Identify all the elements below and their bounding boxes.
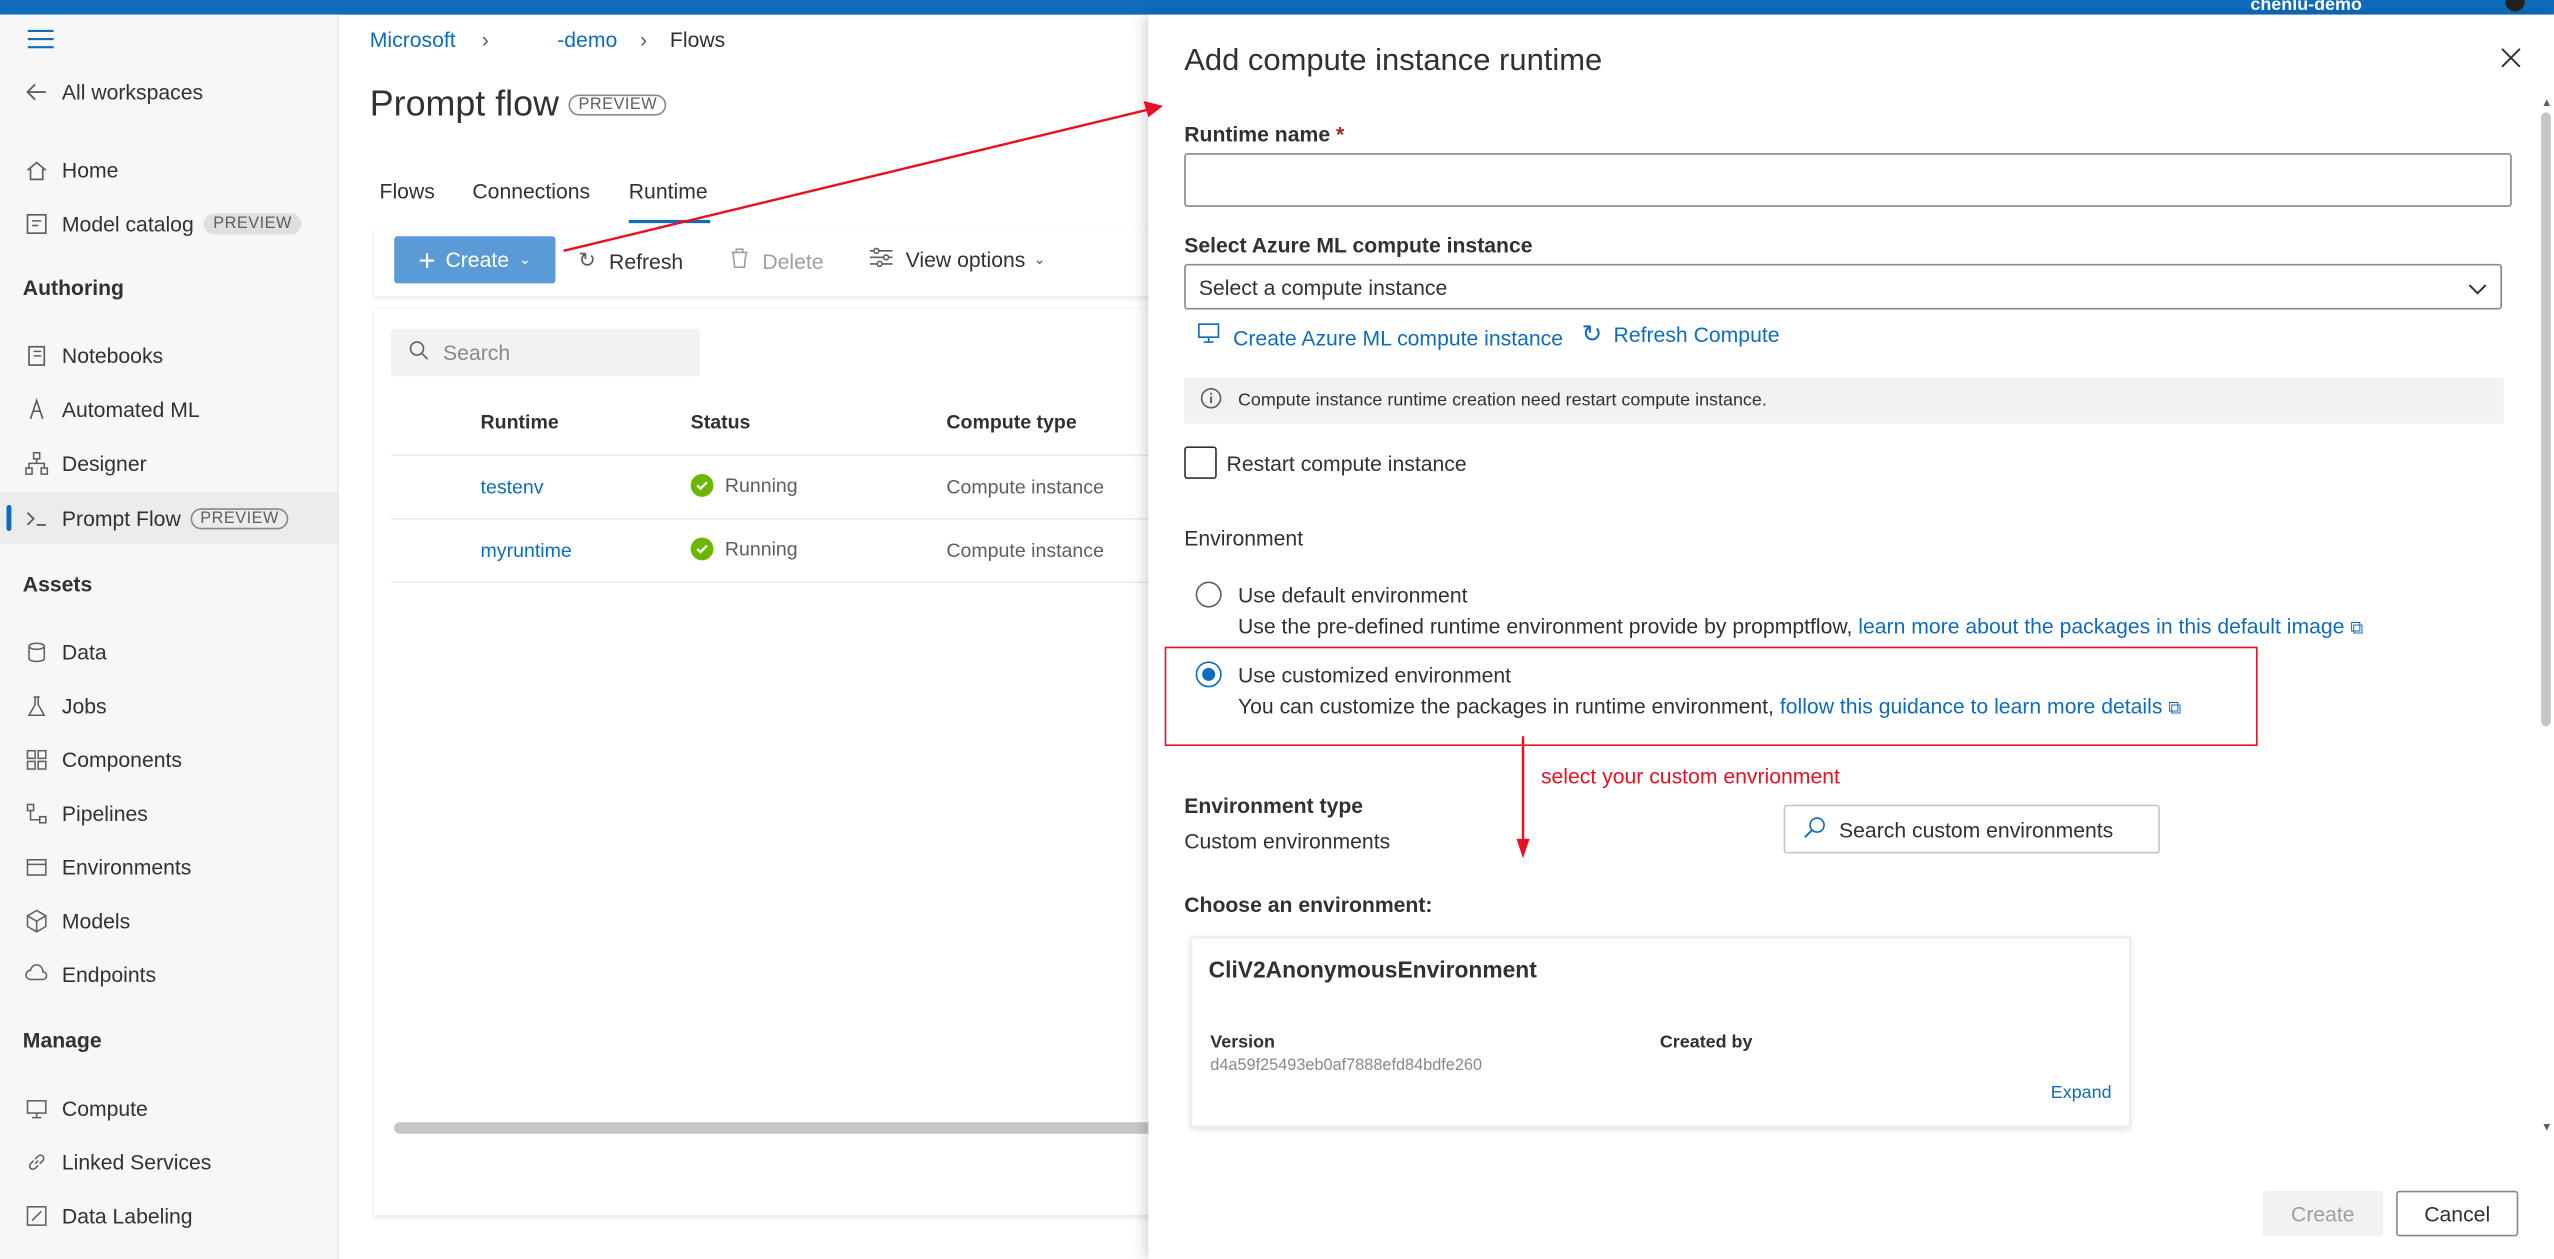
environment-type-label: Environment type bbox=[1184, 793, 1364, 818]
expand-link[interactable]: Expand bbox=[2051, 1083, 2112, 1103]
annotation-arrowhead bbox=[1516, 838, 1530, 859]
cancel-button[interactable]: Cancel bbox=[2396, 1190, 2519, 1237]
search-icon bbox=[1803, 815, 1826, 843]
annotation-text: select your custom envrionment bbox=[1540, 763, 1840, 789]
scroll-up-icon[interactable]: ▲ bbox=[2541, 98, 2552, 109]
environment-card-title: CliV2AnonymousEnvironment bbox=[1208, 956, 1537, 983]
created-by-label: Created by bbox=[1659, 1032, 1753, 1053]
vertical-scrollbar[interactable] bbox=[2541, 112, 2551, 727]
create-runtime-button[interactable]: Create bbox=[2262, 1190, 2384, 1237]
version-value: d4a59f25493eb0af7888efd84bdfe260 bbox=[1210, 1057, 1483, 1076]
choose-environment-label: Choose an environment: bbox=[1184, 892, 1433, 918]
environment-search-placeholder: Search custom environments bbox=[1839, 816, 2114, 842]
environment-type-value: Custom environments bbox=[1184, 829, 1391, 854]
scroll-down-icon[interactable]: ▼ bbox=[2541, 1122, 2552, 1133]
environment-search-input[interactable]: Search custom environments bbox=[1783, 804, 2160, 854]
version-label: Version bbox=[1210, 1032, 1276, 1053]
annotation-arrow-line bbox=[563, 107, 1151, 253]
annotation-arrowhead bbox=[1143, 100, 1164, 118]
